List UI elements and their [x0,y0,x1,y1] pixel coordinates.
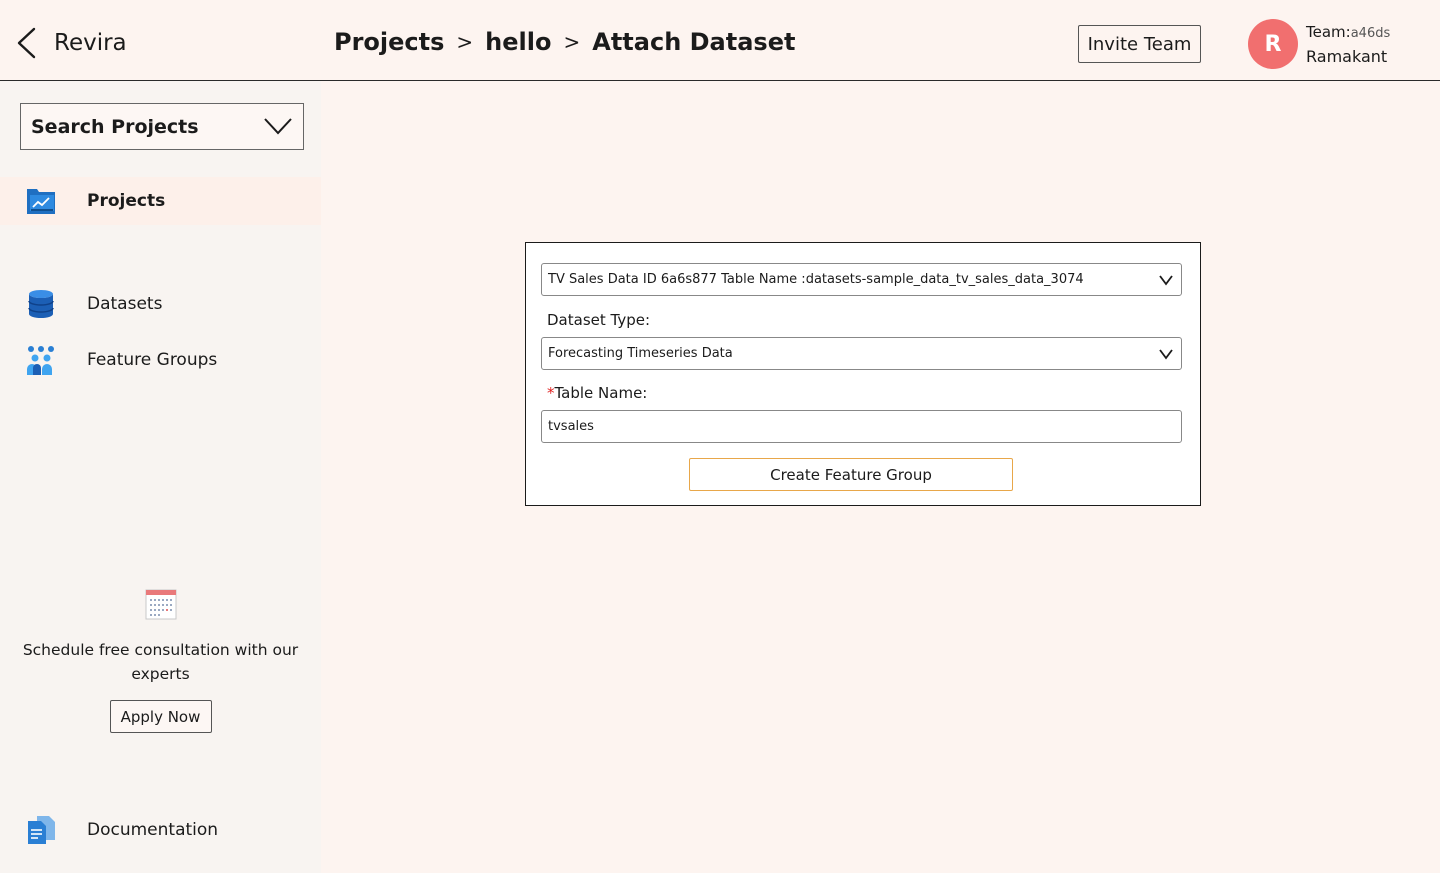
sidebar-item-label: Documentation [87,820,219,840]
dataset-type-value: Forecasting Timeseries Data [548,346,733,361]
consultation-promo: Schedule free consultation with our expe… [0,588,321,733]
document-icon [28,816,55,844]
breadcrumb-current-page: Attach Dataset [592,28,796,56]
breadcrumb-separator: > [563,30,581,54]
people-group-icon [27,346,54,375]
sidebar-item-projects[interactable]: Projects [0,177,321,225]
required-mark: * [547,384,555,402]
team-info: Team:a46ds [1306,23,1390,41]
calendar-icon [145,589,176,620]
create-feature-group-button[interactable]: Create Feature Group [689,458,1013,491]
sidebar-item-label: Feature Groups [87,350,218,370]
search-projects-dropdown[interactable]: Search Projects [20,103,304,150]
sidebar-item-datasets[interactable]: Datasets [0,280,321,328]
chevron-down-icon [1159,275,1173,286]
table-name-label-text: Table Name: [554,384,648,402]
table-name-label: *Table Name: [547,384,647,402]
database-icon [28,290,54,318]
back-arrow-icon[interactable] [14,26,40,60]
chevron-down-icon [1159,349,1173,360]
breadcrumb-separator: > [456,30,474,54]
team-label: Team: [1306,23,1351,41]
sidebar-item-label: Datasets [87,294,163,314]
dataset-type-select[interactable]: Forecasting Timeseries Data [541,337,1182,370]
invite-team-button[interactable]: Invite Team [1078,25,1201,63]
dataset-select-value: TV Sales Data ID 6a6s877 Table Name :dat… [548,272,1084,287]
sidebar-item-label: Projects [87,191,166,211]
attach-dataset-form: TV Sales Data ID 6a6s877 Table Name :dat… [525,242,1201,506]
table-name-input[interactable] [541,410,1182,443]
user-name: Ramakant [1306,47,1388,66]
brand-name: Revira [54,30,127,56]
projects-chart-icon [27,189,55,214]
breadcrumb-projects[interactable]: Projects [334,28,444,56]
breadcrumb: Projects > hello > Attach Dataset [334,28,795,56]
sidebar: Search Projects Projects Datasets Featur… [0,81,321,873]
search-projects-label: Search Projects [31,115,199,138]
top-bar: Revira Projects > hello > Attach Dataset… [0,0,1440,81]
sidebar-item-documentation[interactable]: Documentation [0,806,321,854]
avatar[interactable]: R [1248,19,1298,69]
sidebar-item-feature-groups[interactable]: Feature Groups [0,336,321,384]
team-id: a46ds [1350,26,1391,41]
consultation-text: Schedule free consultation with our expe… [22,641,299,683]
breadcrumb-project-hello[interactable]: hello [485,28,551,56]
dataset-select[interactable]: TV Sales Data ID 6a6s877 Table Name :dat… [541,263,1182,296]
chevron-down-icon [264,118,292,135]
dataset-type-label: Dataset Type: [547,311,651,329]
apply-now-button[interactable]: Apply Now [109,700,212,733]
